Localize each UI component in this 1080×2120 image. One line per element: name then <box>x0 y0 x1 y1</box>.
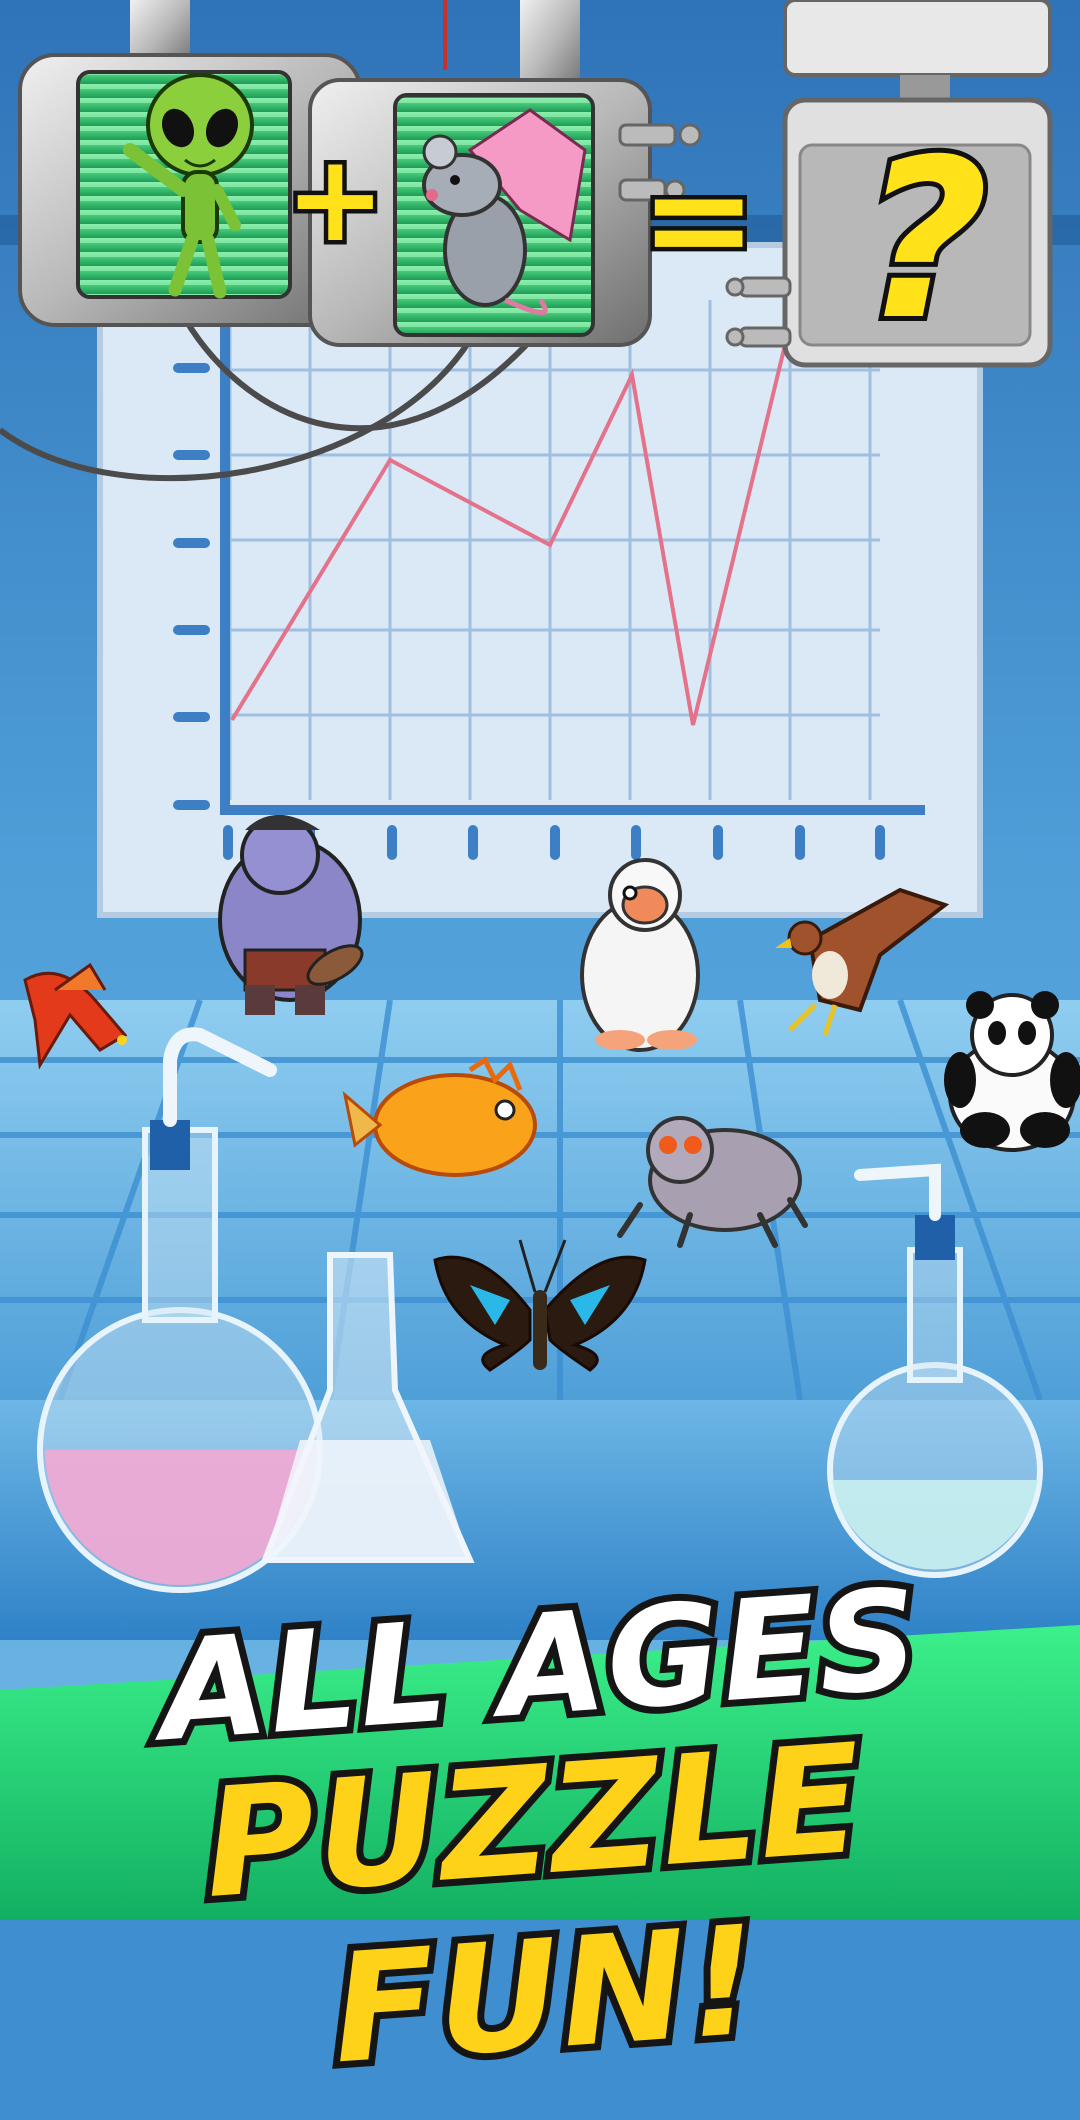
plus-symbol: + <box>281 130 391 269</box>
tagline-line-2: PUZZLE FUN! <box>192 1705 876 2104</box>
result-question-mark: ? <box>856 112 994 368</box>
equals-symbol: = <box>635 138 761 301</box>
